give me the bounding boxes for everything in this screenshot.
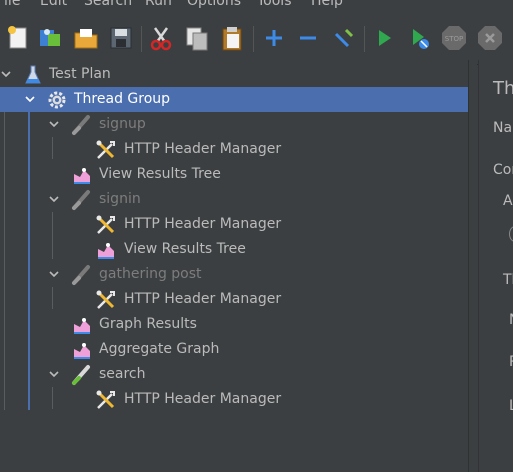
collapse-icon[interactable] — [294, 24, 322, 52]
tree-item-http-header-manager[interactable]: HTTP Header Manager — [0, 137, 468, 162]
action-label: Ac — [503, 193, 513, 209]
tools-icon — [95, 139, 117, 161]
tree-item-label: Thread Group — [74, 91, 171, 107]
tree-item-label: signup — [99, 116, 146, 132]
start-icon[interactable] — [370, 24, 398, 52]
tree-item-label: gathering post — [99, 266, 202, 282]
n-label: N — [509, 312, 513, 328]
comments-label: Com — [493, 162, 513, 178]
tree-item-label: Graph Results — [99, 316, 197, 332]
menu-options[interactable]: Options — [187, 0, 241, 11]
tree-item-gathering-post[interactable]: gathering post — [0, 262, 468, 287]
tree-item-graph-results[interactable]: Graph Results — [0, 312, 468, 337]
chevron-down-icon[interactable] — [48, 118, 60, 130]
chevron-down-icon[interactable] — [48, 268, 60, 280]
tree-item-label: Test Plan — [49, 66, 111, 82]
listener-icon — [95, 239, 117, 261]
test-plan-icon — [22, 64, 44, 86]
tree-item-thread-group[interactable]: Thread Group — [0, 87, 468, 112]
tree-item-label: Aggregate Graph — [99, 341, 220, 357]
svg-text:STOP: STOP — [445, 35, 463, 43]
tree-item-label: HTTP Header Manager — [124, 291, 282, 307]
chevron-down-icon[interactable] — [48, 368, 60, 380]
tree-item-label: HTTP Header Manager — [124, 391, 282, 407]
tree-item-label: signin — [99, 191, 141, 207]
action-radio[interactable] — [509, 226, 513, 242]
tree-item-label: HTTP Header Manager — [124, 216, 282, 232]
tree-item-signin[interactable]: signin — [0, 187, 468, 212]
pane-splitter[interactable] — [468, 60, 477, 472]
menu-edit[interactable]: Edit — [40, 0, 67, 11]
gear-icon — [46, 89, 68, 111]
tools-icon — [95, 389, 117, 411]
panel-title: Th — [493, 78, 513, 99]
r-label: R — [509, 354, 513, 370]
tree-item-test-plan[interactable]: Test Plan — [0, 62, 468, 87]
listener-icon — [71, 314, 93, 336]
chevron-down-icon[interactable] — [0, 68, 12, 80]
new-icon[interactable] — [4, 24, 32, 52]
transaction-controller-icon — [70, 114, 92, 136]
expand-icon[interactable] — [260, 24, 288, 52]
threads-label: Th — [503, 272, 513, 288]
tree-item-label: HTTP Header Manager — [124, 141, 282, 157]
test-plan-tree[interactable]: Test Plan Thread Group signup HTTP Heade… — [0, 60, 468, 472]
shutdown-icon[interactable] — [476, 24, 504, 52]
listener-icon — [71, 339, 93, 361]
tree-item-aggregate-graph[interactable]: Aggregate Graph — [0, 337, 468, 362]
save-icon[interactable] — [107, 24, 135, 52]
tree-item-search[interactable]: search — [0, 362, 468, 387]
tree-item-label: View Results Tree — [124, 241, 246, 257]
chevron-down-icon[interactable] — [48, 193, 60, 205]
tree-item-http-header-manager[interactable]: HTTP Header Manager — [0, 387, 468, 412]
menu-tools[interactable]: Tools — [257, 0, 292, 11]
templates-icon[interactable] — [36, 24, 64, 52]
listener-icon — [71, 164, 93, 186]
paste-icon[interactable] — [218, 24, 246, 52]
menu-search[interactable]: Search — [84, 0, 132, 11]
l-label: L — [509, 398, 513, 414]
cut-icon[interactable] — [147, 24, 175, 52]
stop-icon[interactable]: STOP — [440, 24, 468, 52]
transaction-controller-icon — [70, 189, 92, 211]
open-icon[interactable] — [72, 24, 100, 52]
menu-help[interactable]: Help — [311, 0, 343, 11]
toggle-icon[interactable] — [330, 24, 358, 52]
tree-item-signup[interactable]: signup — [0, 112, 468, 137]
tree-item-http-header-manager[interactable]: HTTP Header Manager — [0, 287, 468, 312]
tools-icon — [95, 289, 117, 311]
menu-file[interactable]: File — [0, 0, 20, 11]
name-label: Nam — [493, 120, 513, 136]
element-editor-panel: Th Nam Com Ac Th N R L — [478, 60, 513, 472]
tools-icon — [95, 214, 117, 236]
chevron-down-icon[interactable] — [24, 93, 36, 105]
toolbar: STOP — [0, 12, 513, 65]
start-no-pauses-icon[interactable] — [405, 24, 433, 52]
transaction-controller-icon — [70, 364, 92, 386]
tree-item-http-header-manager[interactable]: HTTP Header Manager — [0, 212, 468, 237]
tree-item-label: search — [99, 366, 146, 382]
tree-item-label: View Results Tree — [99, 166, 221, 182]
menu-run[interactable]: Run — [145, 0, 172, 11]
transaction-controller-icon — [70, 264, 92, 286]
tree-item-view-results-tree[interactable]: View Results Tree — [0, 162, 468, 187]
menu-bar: File Edit Search Run Options Tools Help — [0, 0, 513, 11]
copy-icon[interactable] — [183, 24, 211, 52]
tree-item-view-results-tree[interactable]: View Results Tree — [0, 237, 468, 262]
